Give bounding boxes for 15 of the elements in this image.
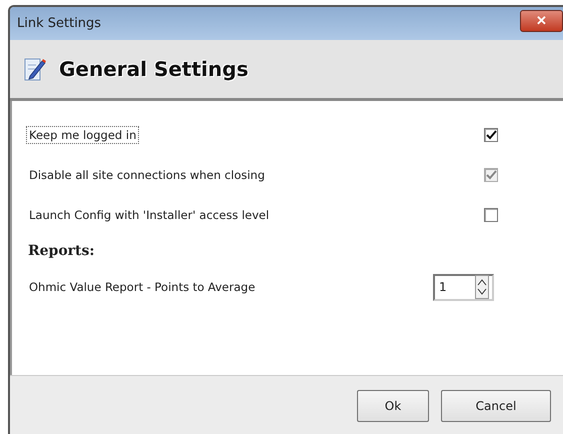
option-label: Launch Config with 'Installer' access level [28,207,270,224]
edit-document-icon [24,56,46,82]
spin-arrows-icon[interactable] [475,275,489,299]
option-label: Disable all site connections when closing [28,167,266,184]
number-spinner[interactable]: 1 [433,274,494,300]
dialog-button[interactable]: Cancel [441,390,551,422]
close-button[interactable]: ✕ [520,10,563,32]
checkbox[interactable] [484,208,498,222]
dialog-button[interactable]: Ok [357,390,429,422]
window-title: Link Settings [17,16,102,31]
option-label: Keep me logged in [26,126,140,144]
reports-heading: Reports: [28,242,96,261]
checkbox[interactable] [484,128,498,142]
section-heading: General Settings [59,57,248,81]
field-label: Ohmic Value Report - Points to Average [28,279,256,296]
